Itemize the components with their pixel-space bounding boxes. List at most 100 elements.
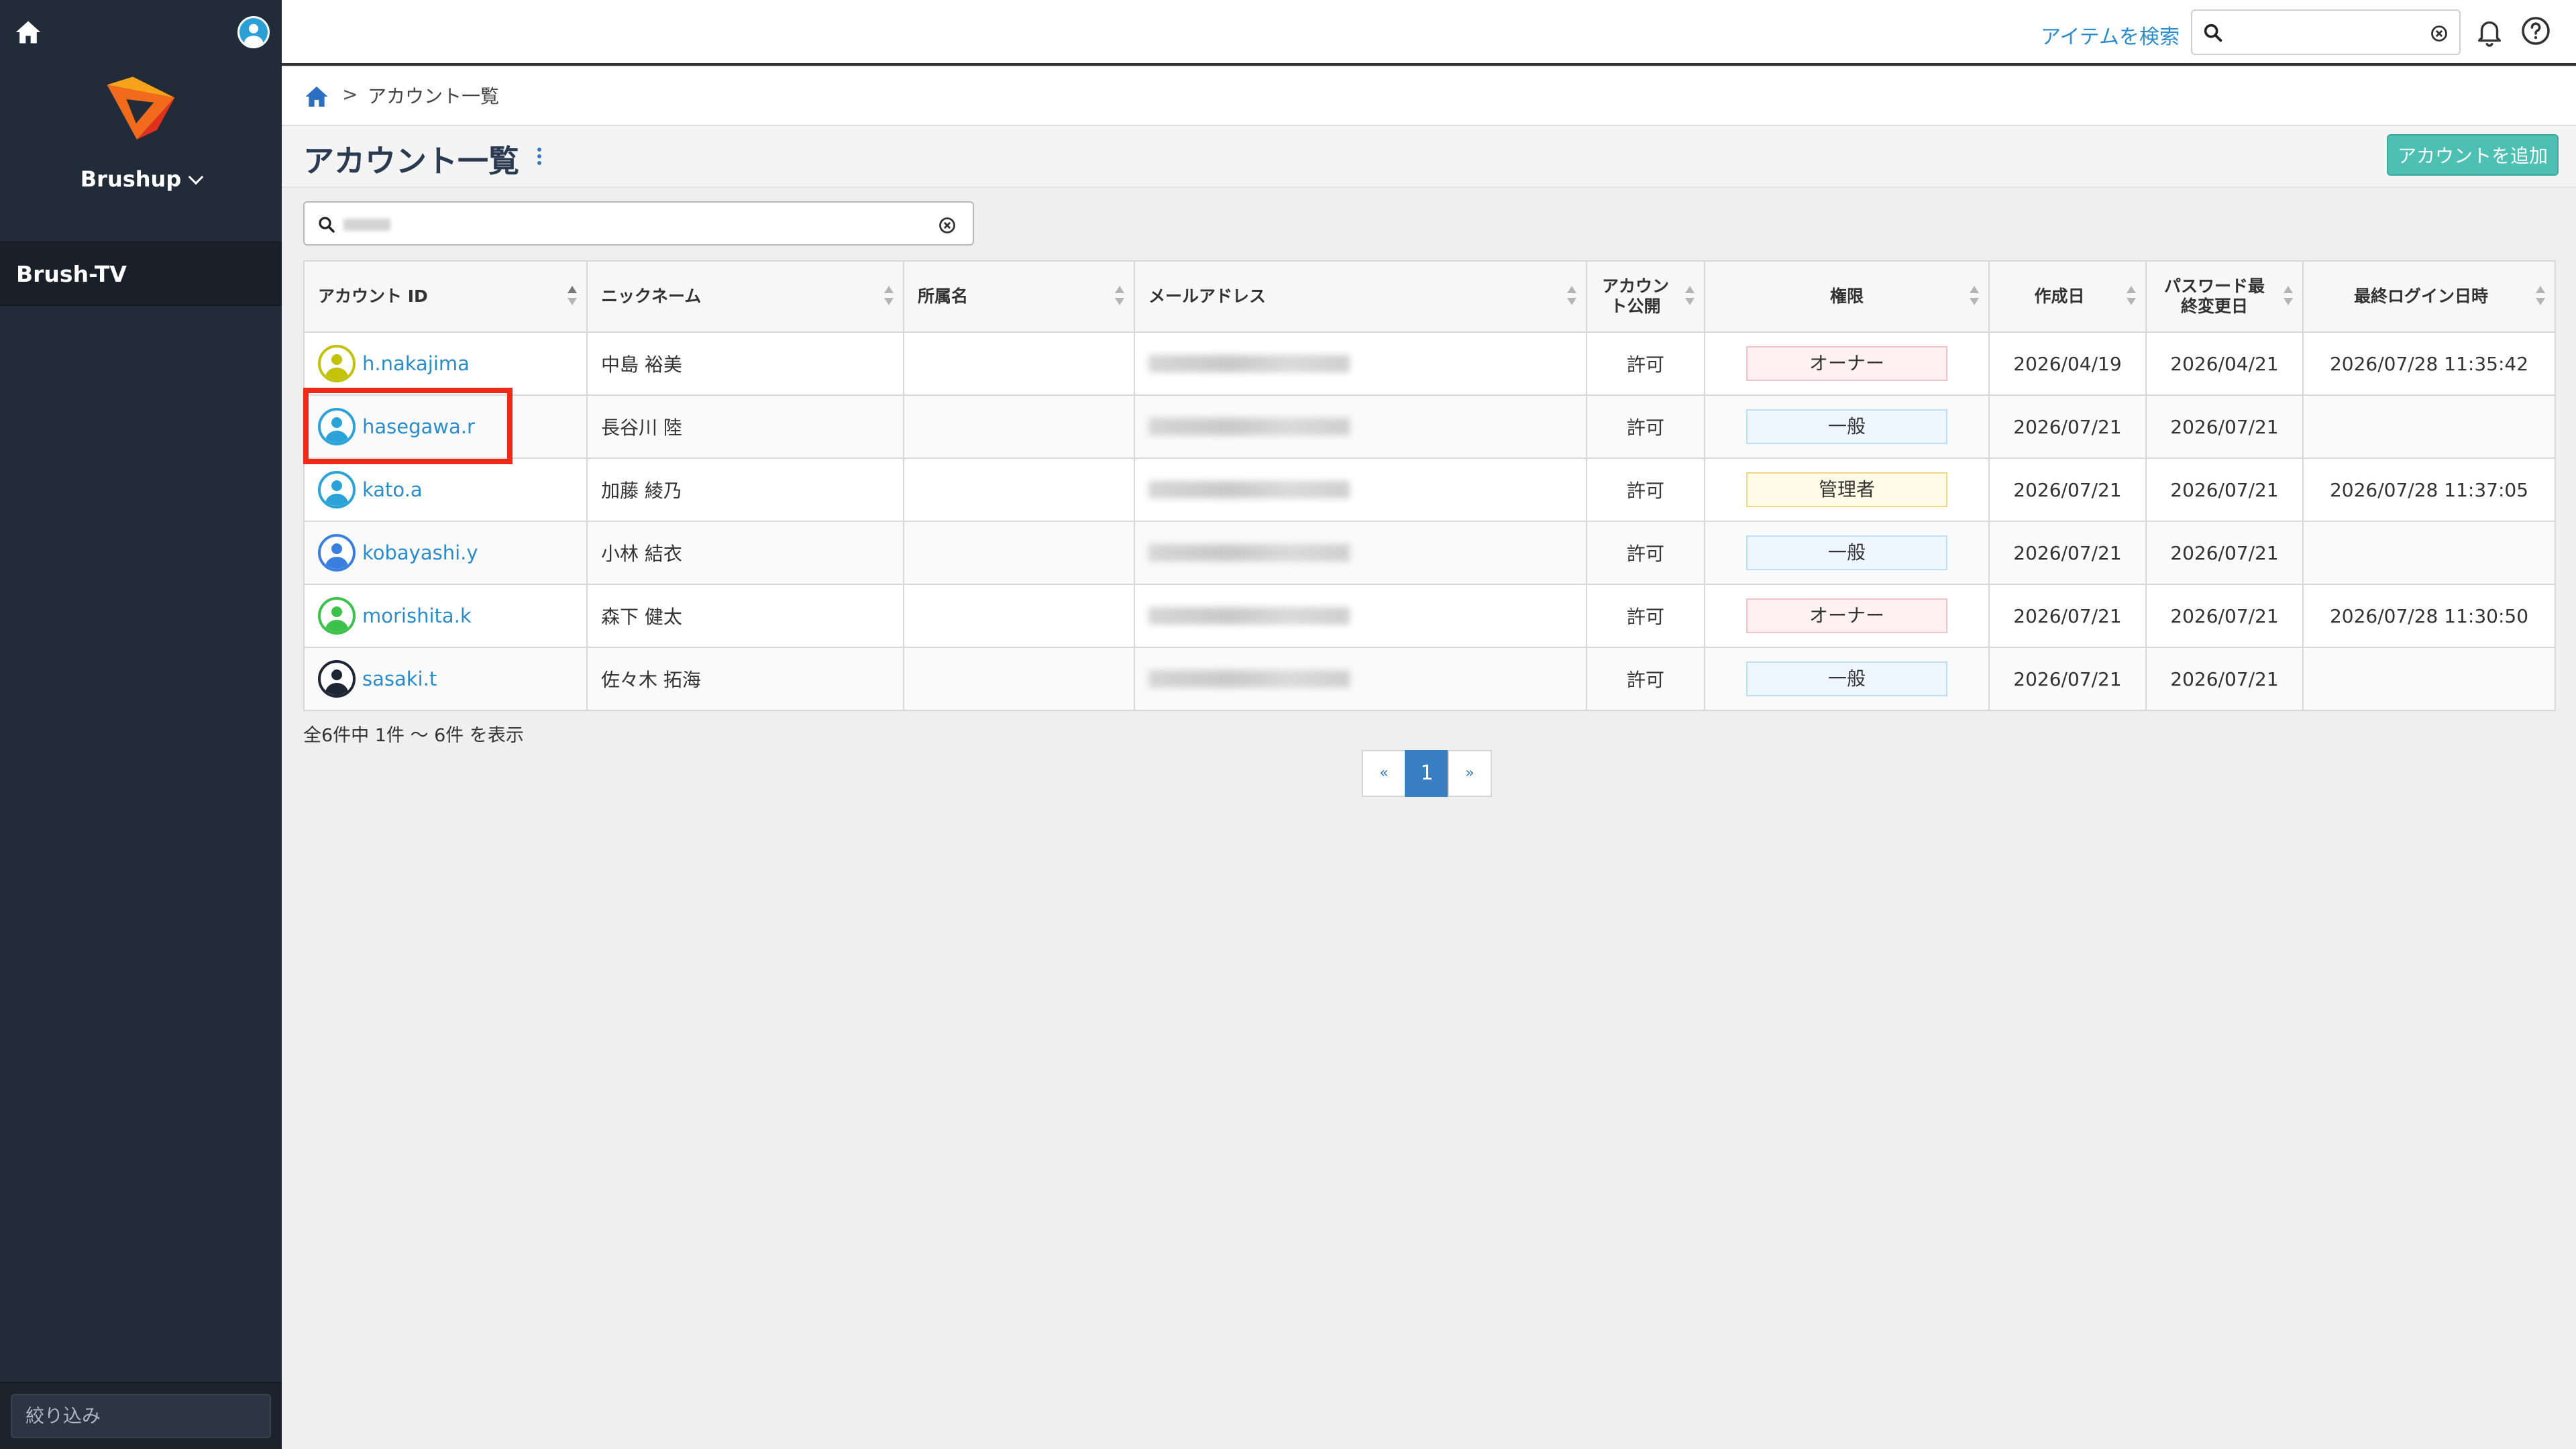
cell-created: 2026/04/19 <box>1988 331 2147 396</box>
table-row[interactable]: sasaki.t 佐々木 拓海 許可 一般 2026/07/21 2026/07/21 <box>303 647 2556 711</box>
cell-nickname: 佐々木 拓海 <box>586 647 904 711</box>
account-id-link[interactable]: sasaki.t <box>362 667 437 690</box>
cell-email <box>1134 647 1587 711</box>
col-role[interactable]: 権限 <box>1704 260 1990 333</box>
cell-affiliation <box>903 458 1135 522</box>
cell-created: 2026/07/21 <box>1988 521 2147 585</box>
table-row[interactable]: kobayashi.y 小林 結衣 許可 一般 2026/07/21 2026/07/21 <box>303 521 2556 585</box>
cell-email <box>1134 331 1587 396</box>
cell-role: 一般 <box>1704 394 1990 459</box>
cell-email <box>1134 584 1587 648</box>
blurred-email <box>1148 607 1350 625</box>
col-affiliation[interactable]: 所属名 <box>903 260 1135 333</box>
pagination: « 1 » <box>1362 750 1492 797</box>
cell-affiliation <box>903 521 1135 585</box>
account-id-link[interactable]: h.nakajima <box>362 352 470 375</box>
cell-affiliation <box>903 584 1135 648</box>
search-icon <box>317 215 337 237</box>
account-filter-input[interactable] <box>303 201 974 246</box>
brushup-logo <box>101 67 181 148</box>
sort-icon <box>568 286 577 309</box>
user-avatar-icon <box>318 597 356 635</box>
page-next-button[interactable]: » <box>1448 750 1492 797</box>
table-row[interactable]: kato.a 加藤 綾乃 許可 管理者 2026/07/21 2026/07/21 2026… <box>303 458 2556 522</box>
clear-icon[interactable] <box>938 216 957 237</box>
cell-public: 許可 <box>1586 331 1705 396</box>
sort-icon <box>1970 286 1979 309</box>
user-avatar-icon <box>318 534 356 572</box>
workspace-selector[interactable]: Brushup <box>0 166 282 192</box>
cell-nickname: 加藤 綾乃 <box>586 458 904 522</box>
sort-icon <box>1115 286 1124 309</box>
more-options-icon[interactable] <box>531 145 547 172</box>
cell-last-login: 2026/07/28 11:30:50 <box>2302 584 2556 648</box>
sidebar-item-project[interactable]: Brush-TV <box>0 241 282 306</box>
sort-icon <box>2127 286 2136 309</box>
page-prev-button[interactable]: « <box>1362 750 1406 797</box>
cell-account-id: morishita.k <box>303 584 588 648</box>
home-icon[interactable] <box>13 17 43 47</box>
search-icon <box>2202 21 2224 47</box>
col-account-id[interactable]: アカウント ID <box>303 260 588 333</box>
cell-account-id: kato.a <box>303 458 588 522</box>
item-search-link[interactable]: アイテムを検索 <box>2041 20 2180 50</box>
breadcrumb-current: アカウント一覧 <box>368 85 500 107</box>
page-button-current[interactable]: 1 <box>1405 750 1449 797</box>
add-account-button[interactable]: アカウントを追加 <box>2387 134 2559 176</box>
col-pw-changed[interactable]: パスワード最終変更日 <box>2145 260 2304 333</box>
cell-pw-changed: 2026/07/21 <box>2145 458 2304 522</box>
role-badge: 一般 <box>1746 409 1947 444</box>
item-search-input[interactable] <box>2233 17 2420 47</box>
table-row[interactable]: h.nakajima 中島 裕美 許可 オーナー 2026/04/19 2026/04/2… <box>303 331 2556 396</box>
cell-last-login <box>2302 647 2556 711</box>
cell-created: 2026/07/21 <box>1988 458 2147 522</box>
cell-account-id: sasaki.t <box>303 647 588 711</box>
cell-email <box>1134 521 1587 585</box>
account-id-link[interactable]: kobayashi.y <box>362 541 478 564</box>
cell-nickname: 森下 健太 <box>586 584 904 648</box>
cell-account-id: h.nakajima <box>303 331 588 396</box>
sidebar-filter-input[interactable]: 絞り込み <box>11 1394 271 1438</box>
cell-created: 2026/07/21 <box>1988 584 2147 648</box>
table-row[interactable]: hasegawa.r 長谷川 陸許可 一般 2026/07/21 2026/07/21 <box>303 394 2556 459</box>
col-public[interactable]: アカウント公開 <box>1586 260 1705 333</box>
cell-role: 一般 <box>1704 521 1990 585</box>
user-avatar-icon[interactable] <box>237 16 270 48</box>
cell-affiliation <box>903 394 1135 459</box>
account-id-link[interactable]: morishita.k <box>362 604 472 627</box>
help-icon[interactable] <box>2520 15 2552 50</box>
col-created-label: 作成日 <box>2034 286 2085 306</box>
col-last-login[interactable]: 最終ログイン日時 <box>2302 260 2556 333</box>
cell-affiliation <box>903 647 1135 711</box>
sidebar: Brushup Brush-TV 絞り込み <box>0 0 282 1449</box>
user-avatar-icon <box>318 471 356 508</box>
col-last-login-label: 最終ログイン日時 <box>2353 286 2488 306</box>
cell-role: オーナー <box>1704 584 1990 648</box>
breadcrumb-home-icon[interactable] <box>303 83 330 113</box>
cell-created: 2026/07/21 <box>1988 647 2147 711</box>
bell-icon[interactable] <box>2474 16 2505 50</box>
clear-icon[interactable] <box>2430 24 2449 46</box>
account-table: アカウント ID ニックネーム 所属名 メールアドレス アカウント公開 権限 作… <box>303 260 2556 711</box>
cell-last-login <box>2302 394 2556 459</box>
col-pw-changed-label: パスワード最終変更日 <box>2163 276 2265 316</box>
blurred-email <box>1148 355 1350 372</box>
blurred-email <box>1148 481 1350 498</box>
account-id-link[interactable]: kato.a <box>362 478 423 501</box>
role-badge: 一般 <box>1746 661 1947 696</box>
cell-role: 管理者 <box>1704 458 1990 522</box>
col-email[interactable]: メールアドレス <box>1134 260 1587 333</box>
col-role-label: 権限 <box>1829 286 1864 306</box>
cell-pw-changed: 2026/07/21 <box>2145 584 2304 648</box>
blurred-filter-text <box>343 219 390 231</box>
cell-last-login: 2026/07/28 11:37:05 <box>2302 458 2556 522</box>
table-row[interactable]: morishita.k 森下 健太 許可 オーナー 2026/07/21 2026/07/… <box>303 584 2556 648</box>
cell-public: 許可 <box>1586 521 1705 585</box>
role-badge: 一般 <box>1746 535 1947 570</box>
chevron-down-icon <box>188 169 204 185</box>
breadcrumb: > アカウント一覧 <box>282 67 2576 126</box>
col-created[interactable]: 作成日 <box>1988 260 2147 333</box>
blurred-email <box>1148 670 1350 688</box>
cell-pw-changed: 2026/07/21 <box>2145 647 2304 711</box>
col-nickname[interactable]: ニックネーム <box>586 260 904 333</box>
